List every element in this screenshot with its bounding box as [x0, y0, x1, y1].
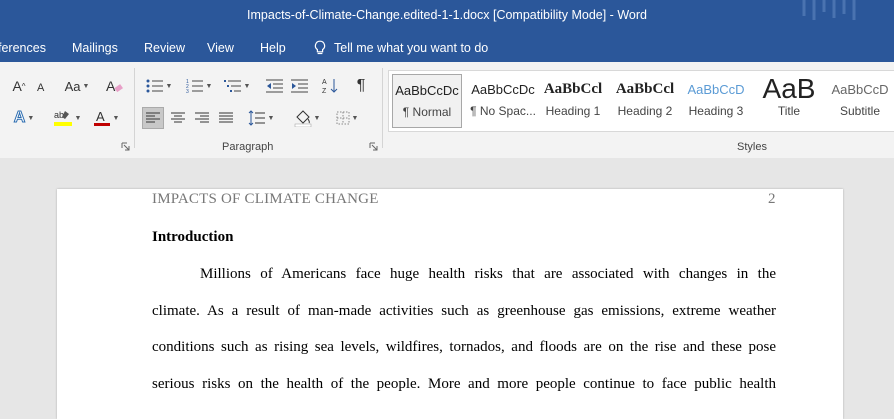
style-name: ¶ No Spac...: [470, 104, 536, 118]
document-area[interactable]: IMPACTS OF CLIMATE CHANGE 2 Introduction…: [0, 158, 894, 419]
show-formatting-marks-button[interactable]: ¶: [350, 76, 372, 96]
align-center-icon: [171, 112, 185, 123]
body-text-line: climate. As a result of man-made activit…: [152, 303, 776, 319]
numbering-button[interactable]: 1 2 3 ▼: [182, 76, 216, 96]
title-bar: Impacts-of-Climate-Change.edited-1-1.doc…: [0, 0, 894, 34]
font-color-icon: A: [93, 109, 110, 126]
style-name: Heading 1: [545, 104, 601, 118]
clear-formatting-button[interactable]: A: [104, 76, 126, 96]
tell-me-text: Tell me what you want to do: [334, 41, 489, 55]
shrink-font-icon: A: [37, 82, 45, 92]
bullets-button[interactable]: ▼: [142, 76, 176, 96]
numbering-icon: 123: [186, 79, 203, 94]
paragraph-group-label: Paragraph: [222, 141, 274, 153]
style-normal[interactable]: AaBbCcDc ¶ Normal: [392, 74, 462, 128]
style-sample: AaBbCcl: [543, 80, 603, 97]
ribbon: A ^ A Aa ▼ A A ▼ ab ▼ A ▼ ▼ 1 2 3 ▼ ▼ A …: [0, 62, 894, 159]
align-left-button[interactable]: [142, 107, 164, 129]
svg-text:A: A: [322, 79, 327, 86]
align-right-button[interactable]: [191, 107, 213, 129]
svg-text:A: A: [96, 109, 105, 124]
font-color-button[interactable]: A ▼: [88, 108, 124, 128]
highlight-color-button[interactable]: ab ▼: [48, 108, 86, 128]
ribbon-tabs: ferences Mailings Review View Help Tell …: [0, 34, 894, 62]
tab-references[interactable]: ferences: [0, 41, 46, 55]
group-separator: [382, 68, 383, 148]
style-subtitle[interactable]: AaBbCcD Subtitle: [825, 74, 894, 128]
decrease-indent-button[interactable]: [264, 76, 286, 96]
tab-view[interactable]: View: [207, 41, 234, 55]
body-text-line: serious risks on the health of the peopl…: [152, 376, 776, 392]
grow-font-glyph: A: [12, 78, 22, 94]
shading-button[interactable]: ▼: [290, 107, 324, 129]
sort-icon: AZ: [322, 79, 338, 95]
svg-text:3: 3: [186, 89, 189, 94]
style-sample: AaB: [762, 74, 816, 104]
svg-text:Z: Z: [322, 88, 327, 95]
group-separator: [134, 68, 135, 148]
style-name: Subtitle: [839, 104, 881, 118]
window-title: Impacts-of-Climate-Change.edited-1-1.doc…: [247, 8, 647, 22]
lightbulb-icon: [314, 40, 326, 55]
bullets-icon: [146, 79, 163, 93]
page-number: 2: [768, 191, 776, 207]
clear-formatting-icon: A: [106, 78, 123, 94]
style-heading-2[interactable]: AaBbCcl Heading 2: [610, 74, 680, 128]
svg-text:A: A: [37, 82, 45, 92]
style-heading-3[interactable]: AaBbCcD Heading 3: [681, 74, 751, 128]
style-sample: AaBbCcDc: [471, 81, 535, 97]
body-text-line: conditions such as rising sea levels, wi…: [152, 339, 776, 355]
paint-bucket-icon: [294, 110, 311, 127]
style-heading-1[interactable]: AaBbCcl Heading 1: [538, 74, 608, 128]
shrink-font-button[interactable]: A: [36, 76, 50, 96]
borders-icon: [336, 111, 350, 125]
text-effects-glyph: A: [13, 109, 26, 127]
styles-group-label: Styles: [737, 141, 767, 153]
style-name: Title: [777, 104, 801, 118]
grow-font-button[interactable]: A ^: [6, 76, 32, 96]
tab-review[interactable]: Review: [144, 41, 185, 55]
document-page[interactable]: IMPACTS OF CLIMATE CHANGE 2 Introduction…: [57, 189, 843, 419]
justify-button[interactable]: [215, 107, 237, 129]
highlighter-icon: ab: [53, 110, 72, 126]
style-sample: AaBbCcD: [687, 81, 745, 97]
body-text-line: Millions of Americans face huge health r…: [200, 266, 776, 282]
svg-text:A: A: [106, 78, 116, 94]
align-left-icon: [146, 112, 160, 123]
paragraph-dialog-launcher-icon[interactable]: [369, 142, 378, 151]
style-no-spacing[interactable]: AaBbCcDc ¶ No Spac...: [468, 74, 538, 128]
align-right-icon: [195, 112, 209, 123]
pilcrow-icon: ¶: [356, 77, 366, 94]
font-dialog-launcher-icon[interactable]: [121, 142, 130, 151]
style-sample: AaBbCcD: [831, 81, 889, 97]
change-case-button[interactable]: Aa ▼: [60, 76, 94, 96]
style-name: Heading 3: [688, 104, 744, 118]
justify-icon: [219, 112, 233, 123]
style-sample: AaBbCcl: [615, 80, 675, 97]
multilevel-list-icon: [223, 80, 241, 92]
tab-help[interactable]: Help: [260, 41, 286, 55]
align-center-button[interactable]: [167, 107, 189, 129]
line-spacing-icon: [248, 110, 265, 126]
sort-button[interactable]: AZ: [320, 76, 342, 96]
text-effects-button[interactable]: A ▼: [6, 108, 42, 128]
section-heading: Introduction: [152, 229, 234, 245]
style-name: ¶ Normal: [402, 105, 452, 119]
decrease-indent-icon: [266, 79, 283, 93]
tell-me-search[interactable]: Tell me what you want to do: [313, 39, 488, 57]
running-header: IMPACTS OF CLIMATE CHANGE: [152, 191, 379, 207]
multilevel-list-button[interactable]: ▼: [220, 76, 254, 96]
style-title[interactable]: AaB Title: [754, 74, 824, 128]
line-spacing-button[interactable]: ▼: [244, 107, 278, 129]
svg-text:ab: ab: [54, 110, 64, 120]
styles-gallery: AaBbCcDc ¶ Normal AaBbCcDc ¶ No Spac... …: [388, 70, 894, 132]
style-name: Heading 2: [617, 104, 673, 118]
increase-indent-icon: [291, 79, 308, 93]
style-sample: AaBbCcDc: [395, 82, 459, 98]
increase-indent-button[interactable]: [289, 76, 311, 96]
tab-mailings[interactable]: Mailings: [72, 41, 118, 55]
borders-button[interactable]: ▼: [330, 107, 364, 129]
change-case-glyph: Aa: [64, 78, 81, 94]
title-bar-decoration: [802, 0, 856, 20]
